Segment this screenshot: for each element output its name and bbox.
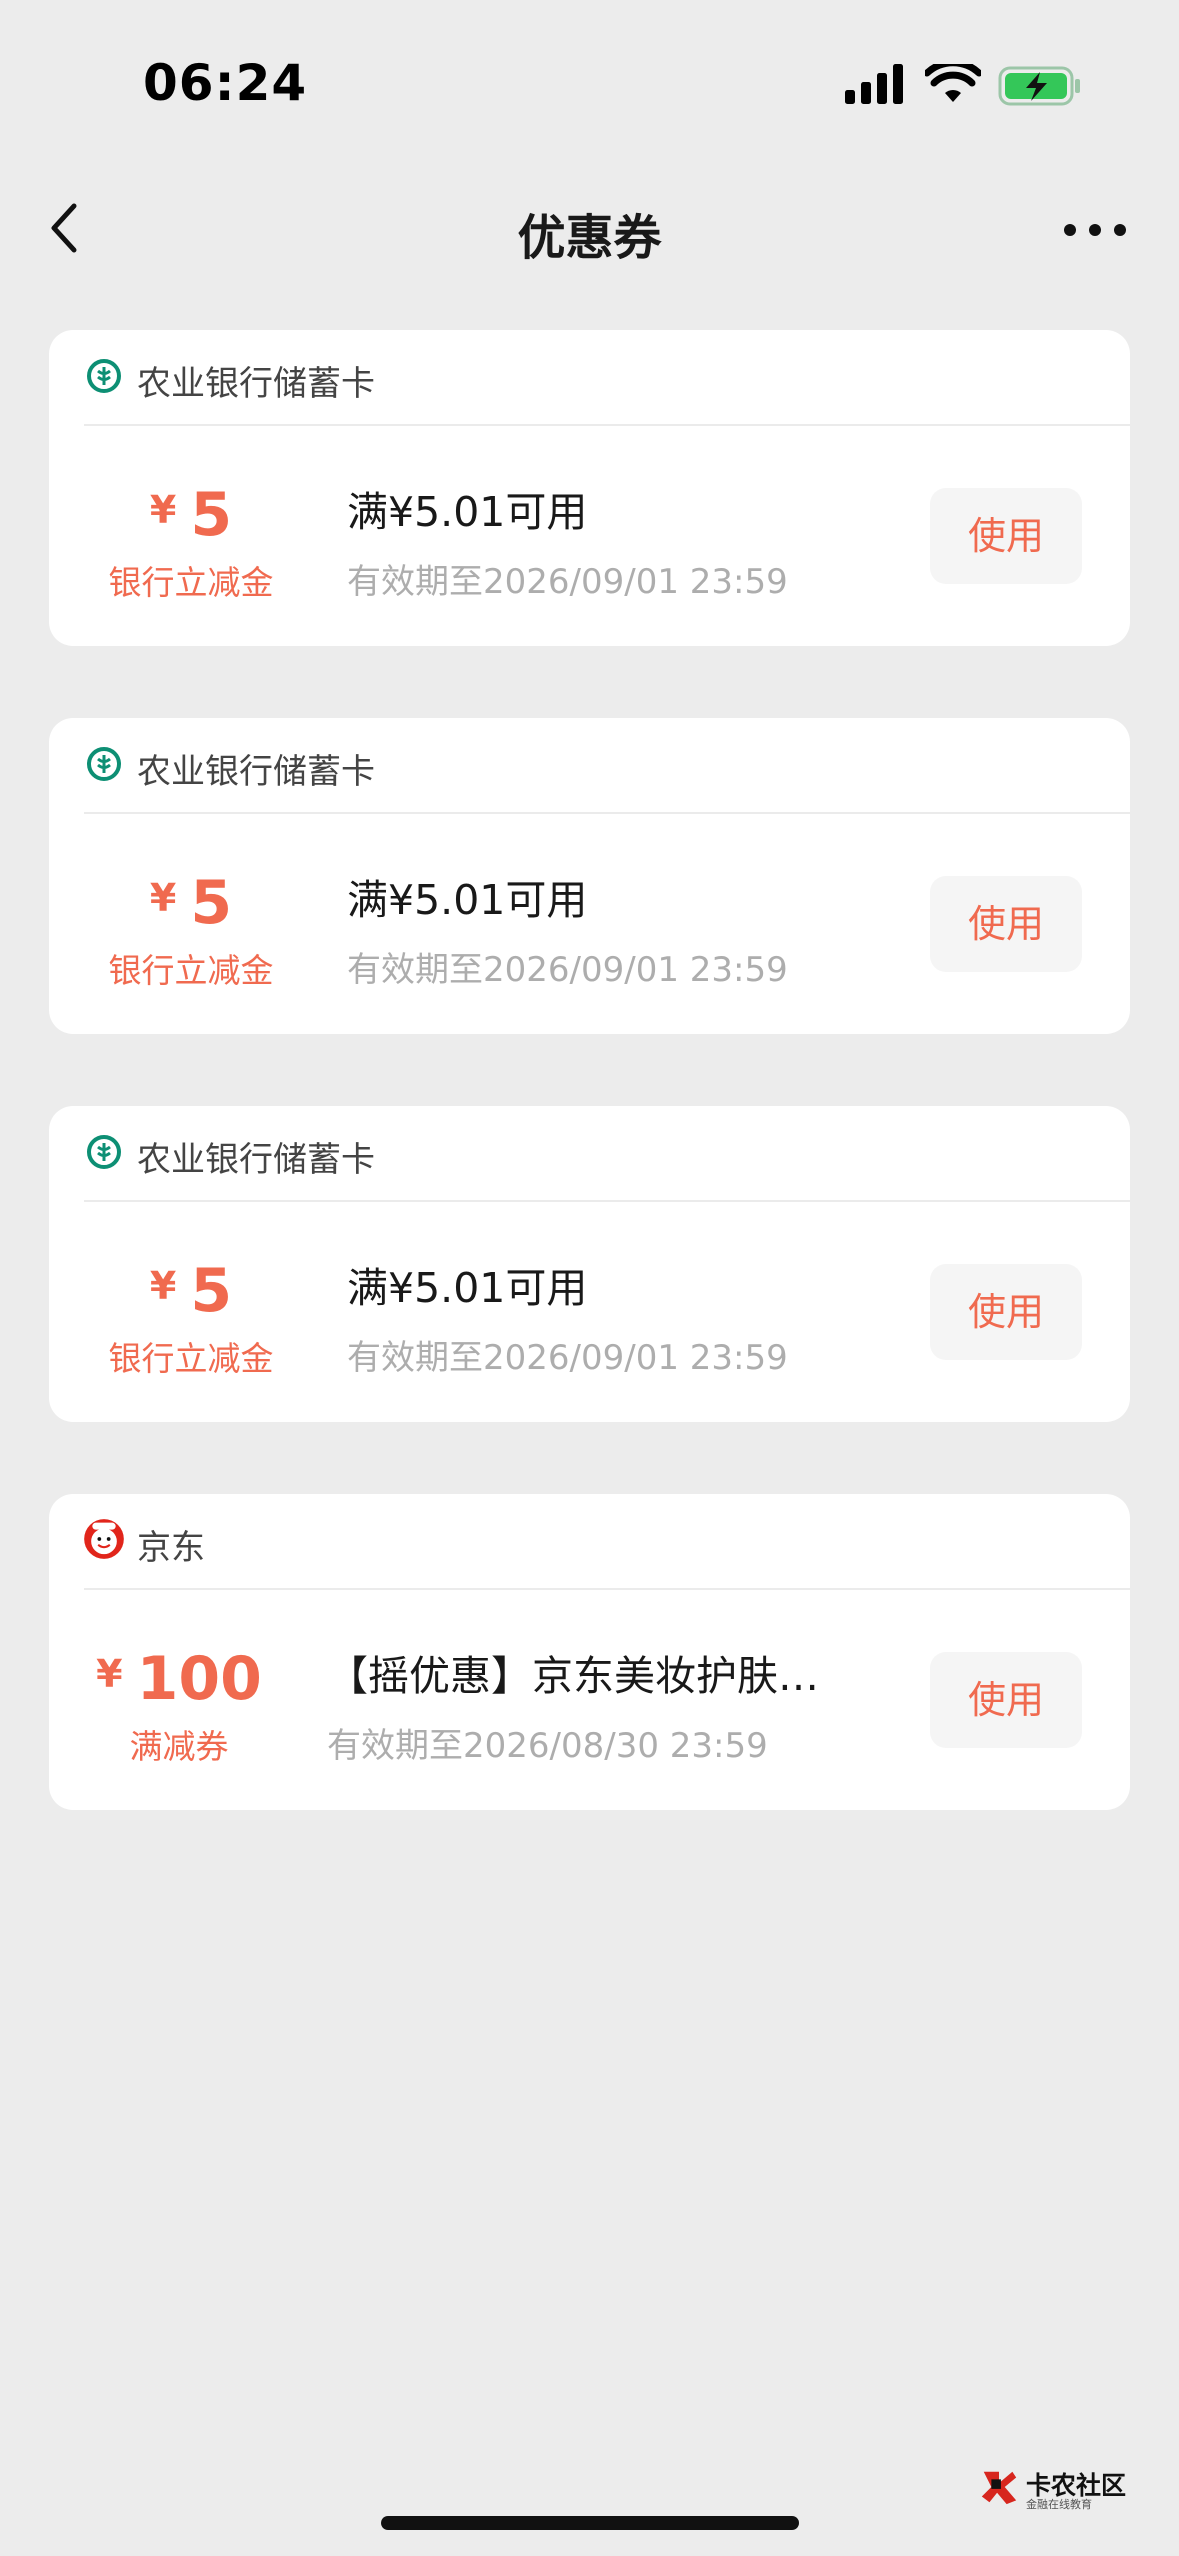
amount-label: 满减券 — [129, 1727, 229, 1766]
amount-value: 100 — [136, 1644, 262, 1714]
coupon-amount: ¥5 银行立减金 — [49, 868, 333, 992]
use-button[interactable]: 使用 — [930, 1264, 1082, 1360]
amount-value: 5 — [190, 868, 233, 938]
watermark: 卡农社区 金融在线教育 — [978, 2462, 1126, 2514]
currency-symbol: ¥ — [149, 876, 177, 920]
coupon-card: 农业银行储蓄卡 ¥5 银行立减金 满¥5.01可用 有效期至2026/09/01… — [49, 1106, 1130, 1422]
home-indicator[interactable] — [381, 2516, 799, 2530]
coupon-validity: 有效期至2026/09/01 23:59 — [347, 1338, 788, 1378]
page-title: 优惠券 — [517, 210, 662, 266]
merchant-name: 农业银行储蓄卡 — [137, 364, 375, 404]
use-button[interactable]: 使用 — [930, 488, 1082, 584]
currency-symbol: ¥ — [149, 488, 177, 532]
amount-value: 5 — [190, 480, 233, 550]
abc-bank-icon — [87, 359, 121, 393]
coupon-header: 农业银行储蓄卡 — [49, 718, 1130, 812]
coupon-amount: ¥5 银行立减金 — [49, 480, 333, 604]
cellular-signal-icon — [845, 64, 903, 104]
coupon-title: 【摇优惠】京东美妆护肤… — [327, 1652, 819, 1700]
amount-label: 银行立减金 — [108, 951, 274, 990]
use-button[interactable]: 使用 — [930, 1652, 1082, 1748]
currency-symbol: ¥ — [149, 1264, 177, 1308]
wifi-icon — [925, 64, 981, 102]
more-options-icon[interactable] — [1060, 210, 1130, 250]
coupon-title: 满¥5.01可用 — [347, 488, 588, 536]
nav-bar: 优惠券 — [0, 170, 1179, 290]
coupon-amount: ¥5 银行立减金 — [49, 1256, 333, 1380]
merchant-name: 农业银行储蓄卡 — [137, 1140, 375, 1180]
coupon-card: 京东 ¥100 满减券 【摇优惠】京东美妆护肤… 有效期至2026/08/30 … — [49, 1494, 1130, 1810]
jd-logo-icon — [84, 1519, 124, 1559]
coupon-title: 满¥5.01可用 — [347, 1264, 588, 1312]
amount-value: 5 — [190, 1256, 233, 1326]
coupon-description: 【摇优惠】京东美妆护肤… 有效期至2026/08/30 23:59 — [327, 1642, 932, 1767]
coupon-card: 农业银行储蓄卡 ¥5 银行立减金 满¥5.01可用 有效期至2026/09/01… — [49, 718, 1130, 1034]
amount-label: 银行立减金 — [108, 1339, 274, 1378]
coupon-description: 满¥5.01可用 有效期至2026/09/01 23:59 — [347, 866, 937, 991]
coupon-validity: 有效期至2026/08/30 23:59 — [327, 1726, 768, 1766]
divider — [84, 424, 1130, 426]
divider — [84, 1588, 1130, 1590]
merchant-name: 京东 — [137, 1528, 205, 1568]
coupon-header: 农业银行储蓄卡 — [49, 330, 1130, 424]
coupon-validity: 有效期至2026/09/01 23:59 — [347, 562, 788, 602]
use-button[interactable]: 使用 — [930, 876, 1082, 972]
coupon-card: 农业银行储蓄卡 ¥5 银行立减金 满¥5.01可用 有效期至2026/09/01… — [49, 330, 1130, 646]
battery-charging-icon — [998, 66, 1080, 106]
coupon-description: 满¥5.01可用 有效期至2026/09/01 23:59 — [347, 478, 937, 603]
coupon-validity: 有效期至2026/09/01 23:59 — [347, 950, 788, 990]
coupon-amount: ¥100 满减券 — [49, 1644, 309, 1768]
divider — [84, 812, 1130, 814]
watermark-subtitle: 金融在线教育 — [1026, 2498, 1092, 2511]
divider — [84, 1200, 1130, 1202]
abc-bank-icon — [87, 1135, 121, 1169]
kanong-logo-icon — [981, 2471, 1017, 2505]
status-time: 06:24 — [143, 54, 308, 112]
status-bar: 06:24 — [0, 0, 1179, 150]
currency-symbol: ¥ — [96, 1652, 123, 1696]
coupon-description: 满¥5.01可用 有效期至2026/09/01 23:59 — [347, 1254, 937, 1379]
coupon-title: 满¥5.01可用 — [347, 876, 588, 924]
amount-label: 银行立减金 — [108, 563, 274, 602]
merchant-name: 农业银行储蓄卡 — [137, 752, 375, 792]
coupon-header: 京东 — [49, 1494, 1130, 1588]
abc-bank-icon — [87, 747, 121, 781]
coupon-header: 农业银行储蓄卡 — [49, 1106, 1130, 1200]
